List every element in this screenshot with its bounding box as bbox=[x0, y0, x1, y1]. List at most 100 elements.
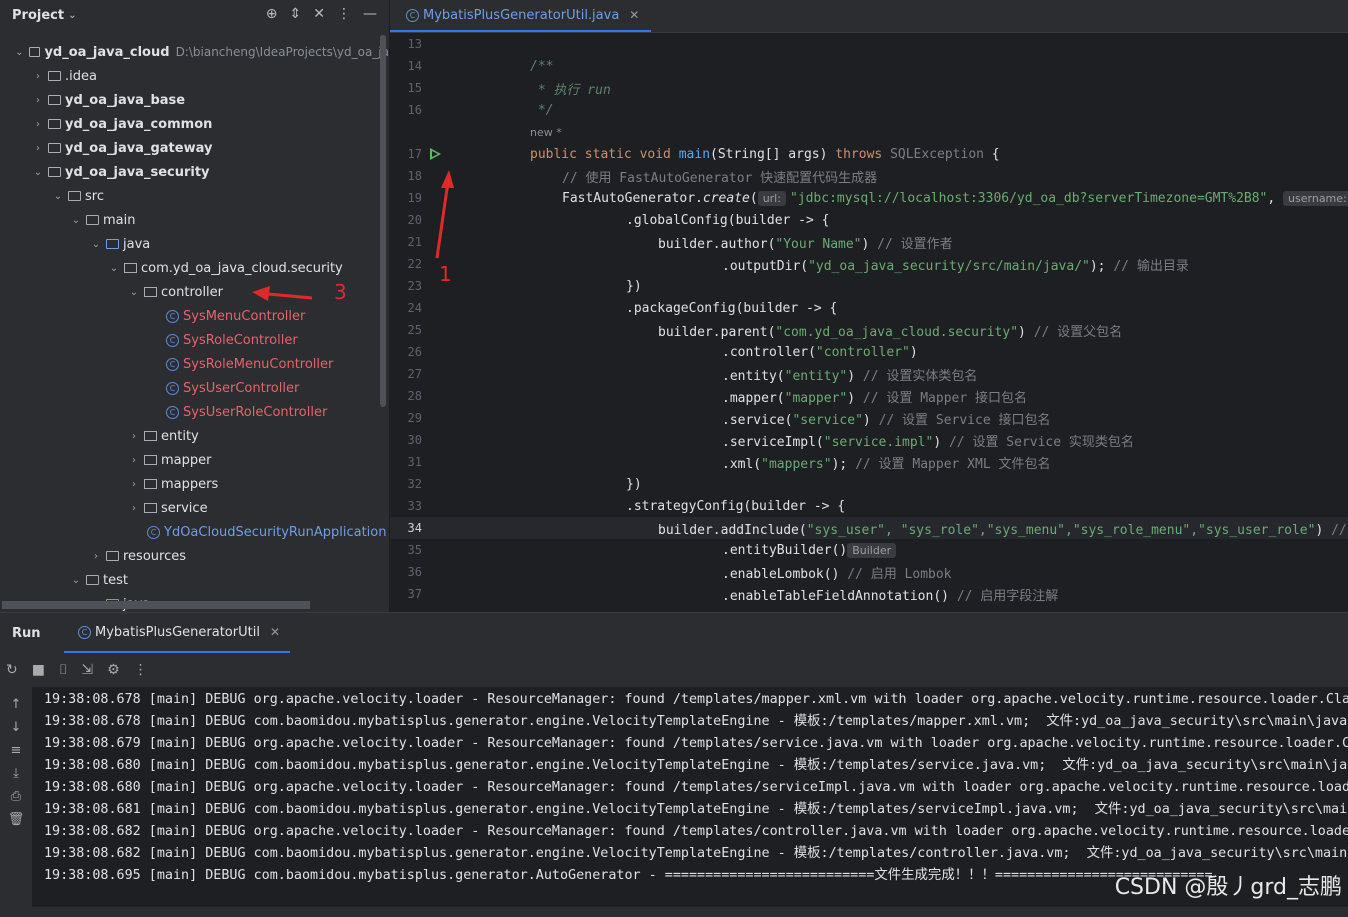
class-icon: C bbox=[166, 333, 179, 347]
stop-icon[interactable]: ■ bbox=[32, 662, 45, 678]
chevron-right-icon[interactable]: › bbox=[32, 71, 44, 82]
close-icon[interactable]: ✕ bbox=[270, 625, 280, 639]
locate-icon[interactable]: ⊕ bbox=[266, 6, 278, 22]
chevron-down-icon[interactable]: ⌄ bbox=[70, 575, 82, 586]
collapse-all-icon[interactable]: ✕ bbox=[313, 6, 325, 22]
chevron-down-icon[interactable]: ⌄ bbox=[70, 215, 82, 226]
chevron-down-icon[interactable]: ⌄ bbox=[52, 191, 64, 202]
tree-item-main[interactable]: ⌄ main bbox=[0, 208, 389, 232]
code-line: 25 builder.parent("com.yd_oa_java_cloud.s… bbox=[407, 323, 1123, 340]
chevron-right-icon[interactable]: › bbox=[90, 551, 102, 562]
code-line: 29 .service("service") // 设置 Service 接口包名 bbox=[407, 411, 1051, 428]
tree-item-controller[interactable]: ⌄ controller bbox=[0, 280, 389, 304]
tree-item-class[interactable]: C SysRoleController bbox=[0, 328, 389, 352]
code-line: 17 public static void main(String[] args)… bbox=[407, 146, 1000, 162]
expand-all-icon[interactable]: ⇕ bbox=[290, 6, 302, 22]
chevron-right-icon[interactable]: › bbox=[128, 503, 140, 514]
more-icon[interactable]: ⋮ bbox=[134, 662, 148, 678]
code-line: 24 .packageConfig(builder -> { bbox=[407, 300, 838, 316]
folder-icon bbox=[86, 575, 99, 585]
settings-icon[interactable]: ⚙ bbox=[107, 662, 120, 678]
chevron-down-icon[interactable]: ⌄ bbox=[68, 10, 76, 21]
code-line: 30 .serviceImpl("service.impl") // 设置 Ser… bbox=[407, 433, 1134, 450]
vertical-scrollbar[interactable] bbox=[380, 35, 386, 407]
print-icon[interactable]: ⎙ bbox=[11, 789, 21, 804]
chevron-right-icon[interactable]: › bbox=[32, 119, 44, 130]
console-output[interactable]: 19:38:08.678 [main] DEBUG org.apache.vel… bbox=[44, 689, 1348, 887]
more-icon[interactable]: ⋮ bbox=[337, 6, 351, 22]
folder-icon bbox=[86, 215, 99, 225]
tree-item-mappers[interactable]: › mappers bbox=[0, 472, 389, 496]
code-line: 14/** bbox=[407, 58, 554, 74]
trash-icon[interactable]: 🗑 bbox=[8, 812, 25, 827]
chevron-right-icon[interactable]: › bbox=[128, 479, 140, 490]
chevron-down-icon[interactable]: ⌄ bbox=[14, 47, 25, 58]
code-line-current: 34 builder.addInclude("sys_user", "sys_ro… bbox=[390, 517, 1348, 539]
console-line: 19:38:08.682 [main] DEBUG org.apache.vel… bbox=[44, 824, 1348, 839]
annotation-label-3: 3 bbox=[334, 280, 347, 304]
chevron-down-icon[interactable]: ⌄ bbox=[108, 263, 120, 274]
hide-icon[interactable]: — bbox=[363, 6, 377, 22]
console-line: 19:38:08.681 [main] DEBUG com.baomidou.m… bbox=[44, 802, 1348, 817]
tree-item-class[interactable]: C SysRoleMenuController bbox=[0, 352, 389, 376]
chevron-down-icon[interactable]: ⌄ bbox=[90, 239, 102, 250]
tree-item-security[interactable]: ⌄ yd_oa_java_security bbox=[0, 160, 389, 184]
chevron-right-icon[interactable]: › bbox=[32, 143, 44, 154]
camera-icon[interactable]: ⌷ bbox=[59, 662, 67, 678]
tree-item-root[interactable]: ⌄ yd_oa_java_cloud D:\biancheng\IdeaProjec… bbox=[0, 40, 389, 64]
up-arrow-icon[interactable]: ↑ bbox=[11, 697, 22, 712]
console-line: 19:38:08.680 [main] DEBUG com.baomidou.m… bbox=[44, 758, 1348, 773]
package-icon bbox=[144, 503, 157, 513]
tree-item-class[interactable]: C SysUserRoleController bbox=[0, 400, 389, 424]
package-icon bbox=[144, 479, 157, 489]
code-line: 37 .enableTableFieldAnnotation() // 启用字段注… bbox=[407, 587, 1059, 604]
code-line: 35 .entityBuilder() Builder bbox=[390, 539, 1348, 561]
tree-item-java[interactable]: ⌄ java bbox=[0, 232, 389, 256]
chevron-right-icon[interactable]: › bbox=[128, 455, 140, 466]
run-icon[interactable] bbox=[430, 148, 441, 160]
tree-item-package[interactable]: ⌄ com.yd_oa_java_cloud.security bbox=[0, 256, 389, 280]
chevron-right-icon[interactable]: › bbox=[32, 95, 44, 106]
code-line: 33 .strategyConfig(builder -> { bbox=[407, 498, 846, 514]
soft-wrap-icon[interactable]: ≡ bbox=[11, 743, 22, 758]
code-line: 27 .entity("entity") // 设置实体类包名 bbox=[407, 367, 978, 384]
exit-icon[interactable]: ⇲ bbox=[81, 662, 93, 678]
tree-item-common[interactable]: › yd_oa_java_common bbox=[0, 112, 389, 136]
horizontal-scrollbar[interactable] bbox=[2, 601, 310, 609]
console-line: 19:38:08.678 [main] DEBUG com.baomidou.m… bbox=[44, 714, 1348, 729]
tree-item-service[interactable]: › service bbox=[0, 496, 389, 520]
code-line: 15 * 执行 run bbox=[407, 81, 611, 98]
tree-item-src[interactable]: ⌄ src bbox=[0, 184, 389, 208]
code-line: 28 .mapper("mapper") // 设置 Mapper 接口包名 bbox=[407, 389, 1027, 406]
down-arrow-icon[interactable]: ↓ bbox=[11, 720, 22, 735]
code-editor: C MybatisPlusGeneratorUtil.java ✕ 13 14/**… bbox=[389, 0, 1348, 612]
editor-tab[interactable]: C MybatisPlusGeneratorUtil.java ✕ bbox=[390, 0, 652, 32]
folder-icon bbox=[48, 71, 61, 81]
tree-item-mapper[interactable]: › mapper bbox=[0, 448, 389, 472]
tree-item-gateway[interactable]: › yd_oa_java_gateway bbox=[0, 136, 389, 160]
tree-item-application[interactable]: C YdOaCloudSecurityRunApplication bbox=[0, 520, 389, 544]
run-tab[interactable]: C MybatisPlusGeneratorUtil ✕ bbox=[64, 613, 290, 653]
watermark: CSDN @殷丿grd_志鹏 bbox=[1114, 875, 1342, 900]
chevron-down-icon[interactable]: ⌄ bbox=[32, 167, 44, 178]
tree-item-test[interactable]: ⌄ test bbox=[0, 568, 389, 592]
tree-item-class[interactable]: C SysMenuController bbox=[0, 304, 389, 328]
chevron-right-icon[interactable]: › bbox=[128, 431, 140, 442]
project-title[interactable]: Project bbox=[12, 8, 64, 23]
tree-item-idea[interactable]: › .idea bbox=[0, 64, 389, 88]
code-line: 18// 使用 FastAutoGenerator 快速配置代码生成器 bbox=[407, 169, 878, 186]
module-folder-icon bbox=[28, 47, 41, 57]
tree-item-entity[interactable]: › entity bbox=[0, 424, 389, 448]
chevron-down-icon[interactable]: ⌄ bbox=[128, 287, 140, 298]
close-icon[interactable]: ✕ bbox=[629, 8, 639, 22]
class-icon: C bbox=[166, 381, 179, 395]
class-icon: C bbox=[166, 405, 179, 419]
class-icon: C bbox=[166, 309, 179, 323]
code-area[interactable]: 13 14/** 15 * 执行 run 16 */ new * 17 publi… bbox=[390, 33, 1348, 605]
tree-item-class[interactable]: C SysUserController bbox=[0, 376, 389, 400]
tree-item-resources[interactable]: › resources bbox=[0, 544, 389, 568]
scroll-to-end-icon[interactable]: ⤓ bbox=[13, 766, 19, 781]
tree-item-base[interactable]: › yd_oa_java_base bbox=[0, 88, 389, 112]
run-sidebar: ↑ ↓ ≡ ⤓ ⎙ 🗑 bbox=[0, 687, 32, 917]
rerun-icon[interactable]: ↻ bbox=[6, 662, 18, 678]
